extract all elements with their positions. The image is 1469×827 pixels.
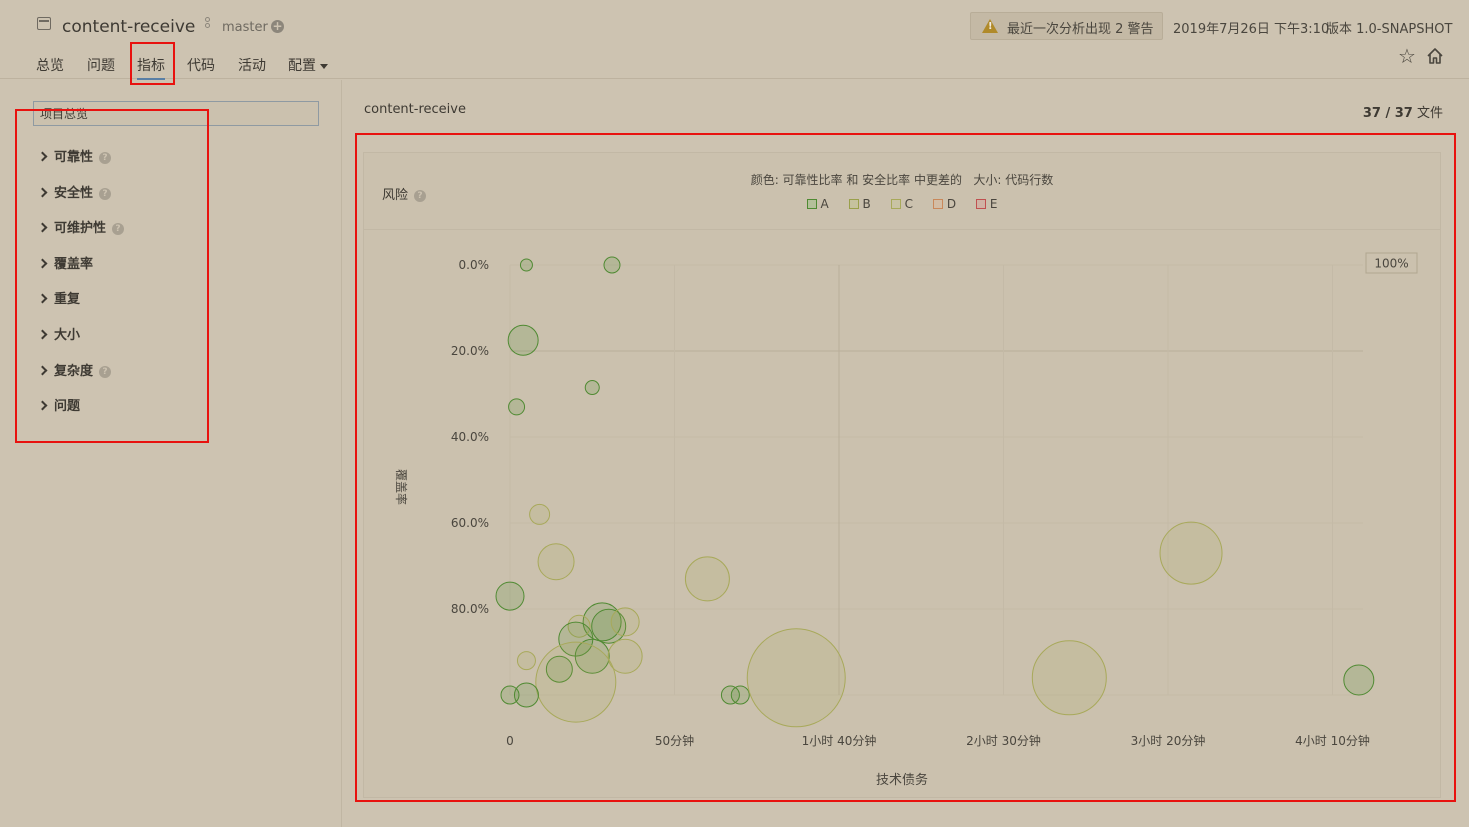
breadcrumb[interactable]: content-receive [364, 102, 466, 117]
legend-swatch [975, 199, 986, 209]
warning-icon [982, 19, 998, 33]
legend-title: 颜色: 可靠性比率 和 安全比率 中更差的 大小: 代码行数 [750, 173, 1054, 187]
chevron-right-icon [37, 151, 48, 162]
chevron-right-icon [37, 187, 48, 198]
home-icon[interactable] [1426, 47, 1444, 65]
sidebar-item-label: 覆盖率 [54, 257, 94, 272]
chevron-right-icon [37, 222, 48, 233]
nav-overview[interactable]: 总览 [36, 55, 64, 75]
project-version: 版本 1.0-SNAPSHOT [1326, 22, 1453, 37]
files-count: 37 / 37 [1362, 106, 1413, 121]
top-bar: content-receive master + 最近一次分析出现 2 警告 2… [0, 0, 1469, 81]
nav-measures[interactable]: 指标 [137, 55, 165, 81]
help-icon[interactable]: ? [99, 152, 112, 164]
nav-administration[interactable]: 配置 [288, 55, 328, 75]
sidebar-item-label: 大小 [54, 328, 81, 343]
legend-label: E [989, 197, 998, 211]
help-icon[interactable]: ? [99, 188, 112, 200]
files-counter: 37 / 37 文件 [1363, 102, 1443, 121]
add-branch-icon[interactable]: + [271, 20, 284, 33]
analysis-date: 2019年7月26日 下午3:10 [1173, 22, 1330, 37]
sidebar-item-complexity[interactable]: 复杂度? [37, 360, 112, 379]
sidebar-item-label: 重复 [54, 292, 81, 307]
legend-item-d[interactable]: D [932, 197, 957, 211]
sidebar-item-size[interactable]: 大小 [37, 324, 81, 343]
help-icon[interactable]: ? [112, 223, 125, 235]
legend-label: C [904, 197, 913, 211]
domain-select-input[interactable] [33, 101, 319, 126]
legend-label: B [862, 197, 871, 211]
legend-item-b[interactable]: B [848, 197, 871, 211]
chevron-right-icon [37, 293, 48, 304]
files-label: 文件 [1416, 106, 1443, 121]
legend-swatch [932, 199, 943, 209]
sidebar-item-label: 可靠性 [54, 150, 94, 165]
sidebar: 可靠性? 安全性? 可维护性? 覆盖率 重复 大小 复杂度? 问题 [0, 80, 342, 827]
chart-header: 风险? 颜色: 可靠性比率 和 安全比率 中更差的 大小: 代码行数 A B C… [364, 153, 1440, 230]
risk-chart-panel: 风险? 颜色: 可靠性比率 和 安全比率 中更差的 大小: 代码行数 A B C… [363, 152, 1441, 798]
branch-name[interactable]: master [222, 20, 268, 35]
chevron-right-icon [37, 400, 48, 411]
sidebar-item-issues[interactable]: 问题 [37, 395, 81, 414]
sidebar-item-maintainability[interactable]: 可维护性? [37, 217, 125, 236]
analysis-warning-badge[interactable]: 最近一次分析出现 2 警告 [970, 12, 1163, 40]
chevron-right-icon [37, 258, 48, 269]
legend-item-e[interactable]: E [975, 197, 998, 211]
project-icon [37, 17, 51, 30]
nav-administration-label: 配置 [288, 58, 316, 74]
legend-item-c[interactable]: C [890, 197, 913, 211]
help-icon[interactable]: ? [99, 366, 112, 378]
sidebar-item-coverage[interactable]: 覆盖率 [37, 253, 94, 272]
sidebar-item-label: 问题 [54, 399, 81, 414]
sidebar-item-label: 可维护性 [54, 221, 107, 236]
chevron-right-icon [37, 365, 48, 376]
sidebar-item-reliability[interactable]: 可靠性? [37, 146, 112, 165]
nav-code[interactable]: 代码 [187, 55, 215, 75]
legend-swatch [890, 199, 901, 209]
legend-item-a[interactable]: A [806, 197, 829, 211]
warning-text: 最近一次分析出现 2 警告 [1007, 22, 1154, 37]
nav-issues[interactable]: 问题 [87, 55, 115, 75]
legend-swatch [806, 199, 817, 209]
legend-label: A [820, 197, 829, 211]
nav-activity[interactable]: 活动 [238, 55, 266, 75]
sidebar-item-label: 安全性 [54, 186, 94, 201]
chevron-right-icon [37, 329, 48, 340]
sidebar-item-label: 复杂度 [54, 364, 94, 379]
legend-swatch [848, 199, 859, 209]
legend-label: D [946, 197, 957, 211]
chart-legend: A B C D E [364, 197, 1440, 211]
sidebar-item-duplications[interactable]: 重复 [37, 288, 81, 307]
project-name[interactable]: content-receive [62, 17, 195, 37]
favorite-star-icon[interactable]: ☆ [1398, 46, 1416, 66]
sidebar-item-security[interactable]: 安全性? [37, 182, 112, 201]
branch-icon [205, 17, 211, 35]
chevron-down-icon [320, 63, 328, 69]
